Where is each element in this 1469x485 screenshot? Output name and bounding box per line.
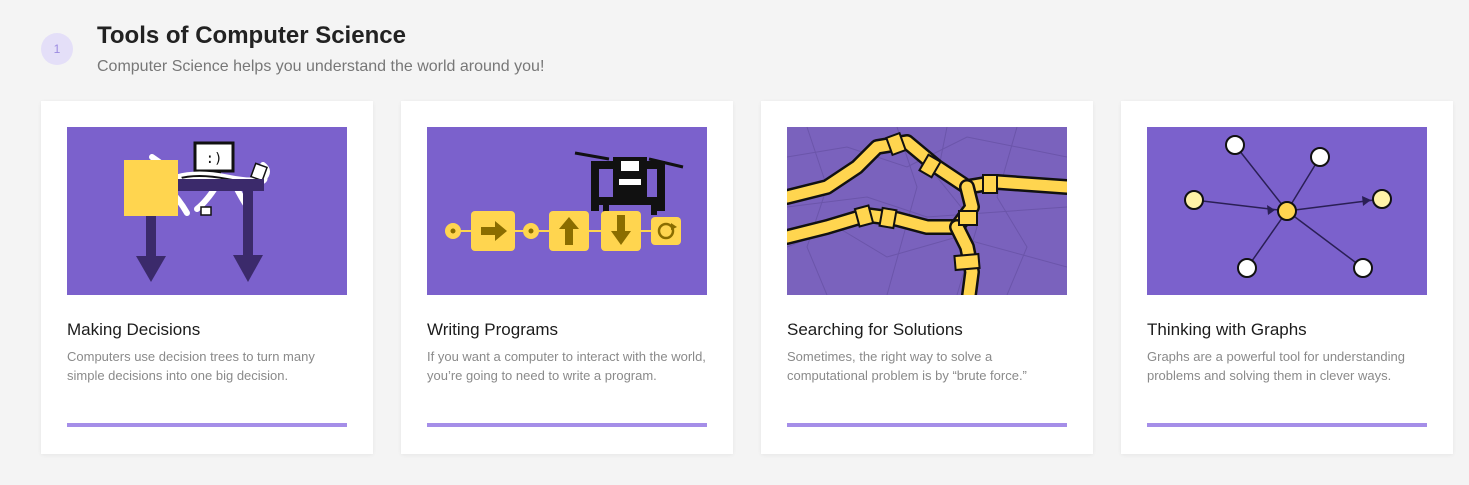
drone-program-icon xyxy=(427,127,707,295)
card-description: If you want a computer to interact with … xyxy=(427,349,706,383)
card-title: Searching for Solutions xyxy=(787,320,963,339)
course-card-thinking-with-graphs[interactable]: Thinking with Graphs Graphs are a powerf… xyxy=(1121,101,1453,454)
card-title: Making Decisions xyxy=(67,320,201,339)
card-progress-bar xyxy=(787,423,1067,427)
card-description: Graphs are a powerful tool for understan… xyxy=(1147,349,1405,383)
course-card-writing-programs[interactable]: Writing Programs If you want a computer … xyxy=(401,101,733,454)
card-progress-bar xyxy=(427,423,707,427)
step-number-badge: 1 xyxy=(41,33,73,65)
card-title: Writing Programs xyxy=(427,320,558,339)
card-title: Thinking with Graphs xyxy=(1147,320,1307,339)
decision-tree-robot-icon: :) xyxy=(67,127,347,295)
card-description: Sometimes, the right way to solve a comp… xyxy=(787,349,1027,383)
section-subtitle: Computer Science helps you understand th… xyxy=(97,58,545,75)
course-card-searching-for-solutions[interactable]: Searching for Solutions Sometimes, the r… xyxy=(761,101,1093,454)
svg-text::): :) xyxy=(206,151,223,167)
section-header: 1 Tools of Computer Science Computer Sci… xyxy=(41,20,1421,80)
card-progress-bar xyxy=(1147,423,1427,427)
section-title: Tools of Computer Science xyxy=(97,22,406,49)
card-progress-bar xyxy=(67,423,347,427)
card-description: Computers use decision trees to turn man… xyxy=(67,349,315,383)
course-page: 1 Tools of Computer Science Computer Sci… xyxy=(0,0,1469,485)
map-roads-icon xyxy=(787,127,1067,295)
graph-network-icon xyxy=(1147,127,1427,295)
course-card-making-decisions[interactable]: :) Making Decisions Computers use decisi… xyxy=(41,101,373,454)
